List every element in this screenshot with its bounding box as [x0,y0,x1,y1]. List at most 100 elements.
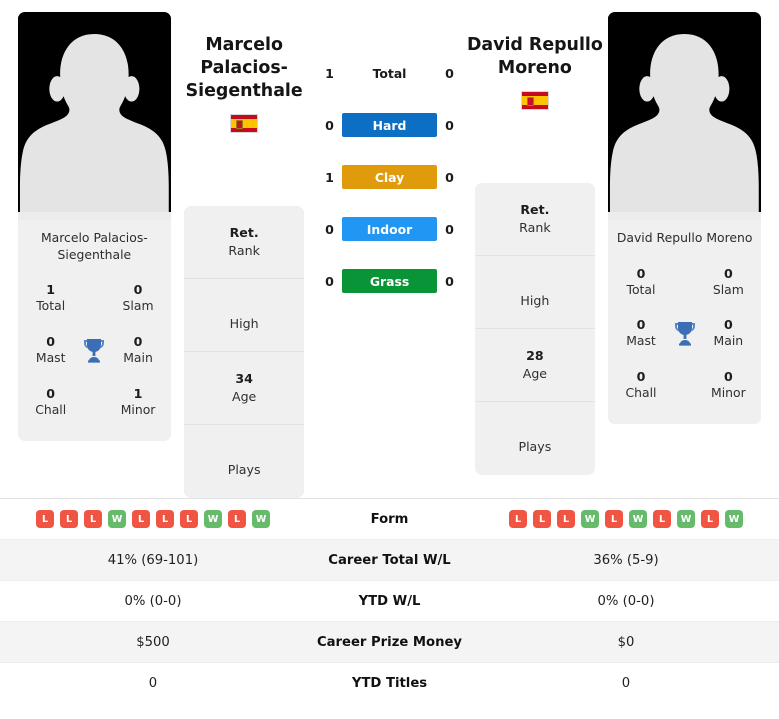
left-titles-main-label: Main [123,350,153,366]
surface-bar-clay[interactable]: Clay [341,165,438,189]
surface-bar-total: Total [372,65,407,81]
photo-base-strip [608,212,762,220]
left-form-badge-6[interactable]: L [180,510,198,528]
trophy-icon [674,322,695,346]
surface-row-indoor: 0 Indoor 0 [318,217,462,241]
left-titles-total: 1 Total [24,281,77,315]
right-titles-minor: 0 Minor [702,368,755,402]
left-titles-chall-value: 0 [46,385,56,401]
left-player-card[interactable]: Marcelo Palacios-Siegenthale 1 Total 0 S… [18,12,171,441]
right-form-badge-2[interactable]: L [557,510,575,528]
right-titles-minor-value: 0 [723,369,733,385]
surface-bar-indoor[interactable]: Indoor [341,217,438,241]
right-titles-mast-value: 0 [636,317,646,333]
table-row: L L L W L L L W L W Form L L L W L W L W L W [0,499,779,540]
left-titles-slam: 0 Slam [111,281,164,315]
right-form-badge-8[interactable]: L [701,510,719,528]
surface-row-grass: 0 Grass 0 [318,269,462,293]
left-info-age-value: 34 [235,371,253,387]
left-stat-value: 0% (0-0) [124,593,182,609]
player-stats-table: L L L W L L L W L W Form L L L W L W L W L W 41% (69-101) Care… [0,498,779,704]
right-titles-main-value: 0 [723,317,733,333]
right-titles-total-value: 0 [636,265,646,281]
player-photo-placeholder-icon [608,16,762,220]
left-surface-score-hard: 0 [325,117,334,133]
left-player-name[interactable]: Marcelo Palacios-Siegenthale [171,12,318,103]
stat-row-label: YTD Titles [351,676,428,691]
right-titles-chall: 0 Chall [614,368,667,402]
right-form-badge-3[interactable]: W [581,510,599,528]
right-stat-value: 0 [621,676,631,691]
left-form-badge-8[interactable]: L [228,510,246,528]
stat-row-label: YTD W/L [358,593,421,609]
right-player-card[interactable]: David Repullo Moreno 0 Total 0 Slam 0 Ma… [608,12,762,424]
right-info-plays: Plays [475,402,595,475]
right-surface-score-grass: 0 [445,273,454,289]
left-surface-score-indoor: 0 [325,221,334,237]
right-info-age: 28 Age [474,329,595,402]
right-info-age-label: Age [522,365,548,381]
right-info-high: High [474,256,595,329]
right-form-strip: LLLWLWLWLW [509,510,743,528]
left-surface-score-grass: 0 [325,273,334,289]
left-info-age-label: Age [231,388,257,404]
right-surface-score-hard: 0 [445,117,454,133]
right-surface-score-clay: 0 [445,169,454,185]
left-form-badge-9[interactable]: W [252,510,270,528]
right-titles-total-label: Total [626,281,656,297]
right-titles-mast-label: Mast [626,333,656,349]
left-titles-minor-label: Minor [120,401,156,417]
right-titles-chall-label: Chall [625,385,657,401]
left-titles-mast-value: 0 [46,334,56,350]
left-titles-main-value: 0 [133,334,143,350]
right-player-photo [608,12,762,220]
right-titles-chall-value: 0 [636,369,646,385]
left-form-badge-5[interactable]: L [156,510,174,528]
left-titles-chall: 0 Chall [24,385,77,419]
left-form-badge-7[interactable]: W [204,510,222,528]
left-form-badge-0[interactable]: L [36,510,54,528]
surface-bar-grass[interactable]: Grass [341,269,438,293]
right-titles-total: 0 Total [614,265,667,299]
right-form-badge-1[interactable]: L [533,510,551,528]
right-player-info-card: Ret. Rank High 28 Age Plays [474,182,595,475]
right-stat-value: 36% (5-9) [593,552,659,568]
player-comparison-header: Marcelo Palacios-Siegenthale 1 Total 0 S… [0,0,779,498]
right-info-high-label: High [520,292,550,308]
right-form-badge-0[interactable]: L [509,510,527,528]
right-player-photo-caption: David Repullo Moreno [616,230,753,245]
right-trophy-wrapper [668,320,702,346]
right-form-badge-7[interactable]: W [677,510,695,528]
flag-coat-of-arms [236,119,244,129]
right-form-badge-9[interactable]: W [725,510,743,528]
right-form-badge-5[interactable]: W [629,510,647,528]
left-player-photo [18,12,171,220]
left-titles-main: 0 Main [111,333,164,367]
left-form-badge-3[interactable]: W [108,510,126,528]
photo-base-strip [18,212,171,220]
right-form-badge-4[interactable]: L [605,510,623,528]
left-info-rank-value: Ret. [229,225,259,241]
left-form-badge-4[interactable]: L [132,510,150,528]
spain-flag-icon [520,90,549,110]
left-titles-slam-value: 0 [133,282,143,298]
right-info-plays-label: Plays [518,439,552,455]
left-form-badge-1[interactable]: L [60,510,78,528]
flag-coat-of-arms [526,96,534,106]
right-info-rank-label: Rank [519,219,551,235]
left-stat-value: LLLWLLLWLW [0,510,306,528]
left-form-badge-2[interactable]: L [84,510,102,528]
left-titles-total-value: 1 [46,282,56,298]
surface-bar-hard[interactable]: Hard [341,113,438,137]
right-player-name[interactable]: David Repullo Moreno [461,12,608,80]
right-titles-slam-label: Slam [712,281,744,297]
left-titles-minor-value: 1 [133,385,143,401]
left-form-strip: LLLWLLLWLW [36,510,270,528]
player-photo-placeholder-icon [18,16,171,220]
right-titles-main: 0 Main [702,316,755,350]
right-titles-slam-value: 0 [723,265,733,281]
right-player-titles-grid: 0 Total 0 Slam 0 Mast 0 Main 0 Chall 0 M… [608,251,761,424]
flag-yellow-band [231,119,258,128]
right-form-badge-6[interactable]: L [653,510,671,528]
right-stat-value: LLLWLWLWLW [473,510,779,528]
